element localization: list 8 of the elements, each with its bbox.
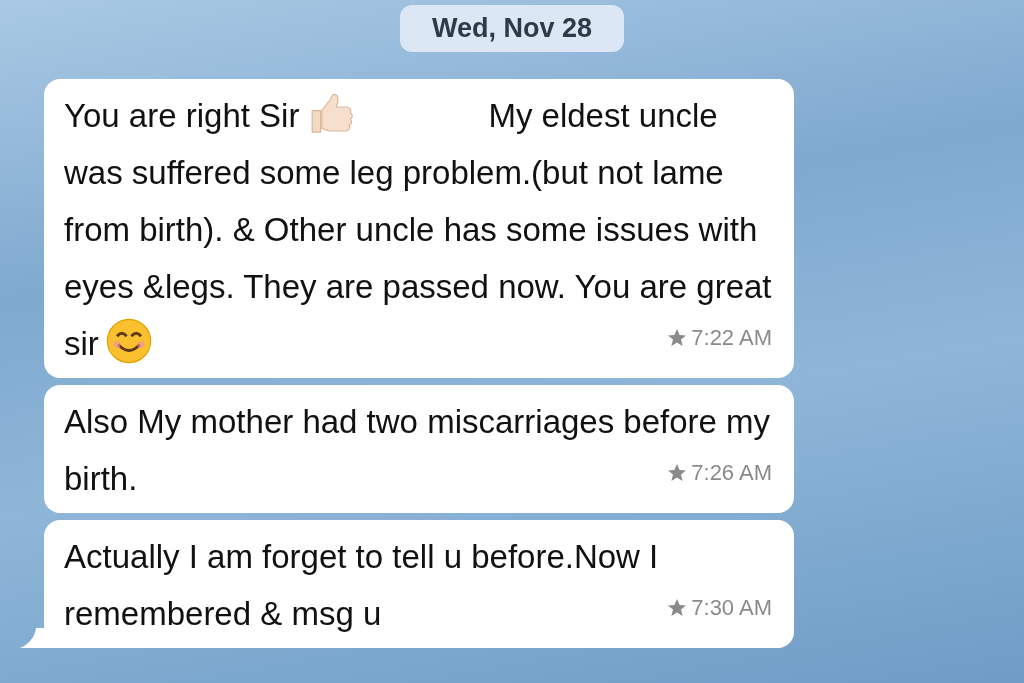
message-text: Also My mother had two miscarriages before my birth. 7:26 AM <box>64 402 772 499</box>
date-divider: Wed, Nov 28 <box>399 5 625 52</box>
message-text: Actually I am forget to tell u before.Now I remembered & msg u 7:30 AM <box>64 537 772 634</box>
smiley-face-icon <box>104 317 153 365</box>
message-text: You are right Sir My eldest uncle was suffered some leg problem.(but not lame from birth). & Other uncle has some issues with eyes &legs. They are passed now. You are great sir 7:22 AM <box>64 87 772 372</box>
message-time: 7:30 AM <box>691 594 772 622</box>
message-time: 7:22 AM <box>691 324 772 352</box>
message-time: 7:26 AM <box>691 459 772 487</box>
